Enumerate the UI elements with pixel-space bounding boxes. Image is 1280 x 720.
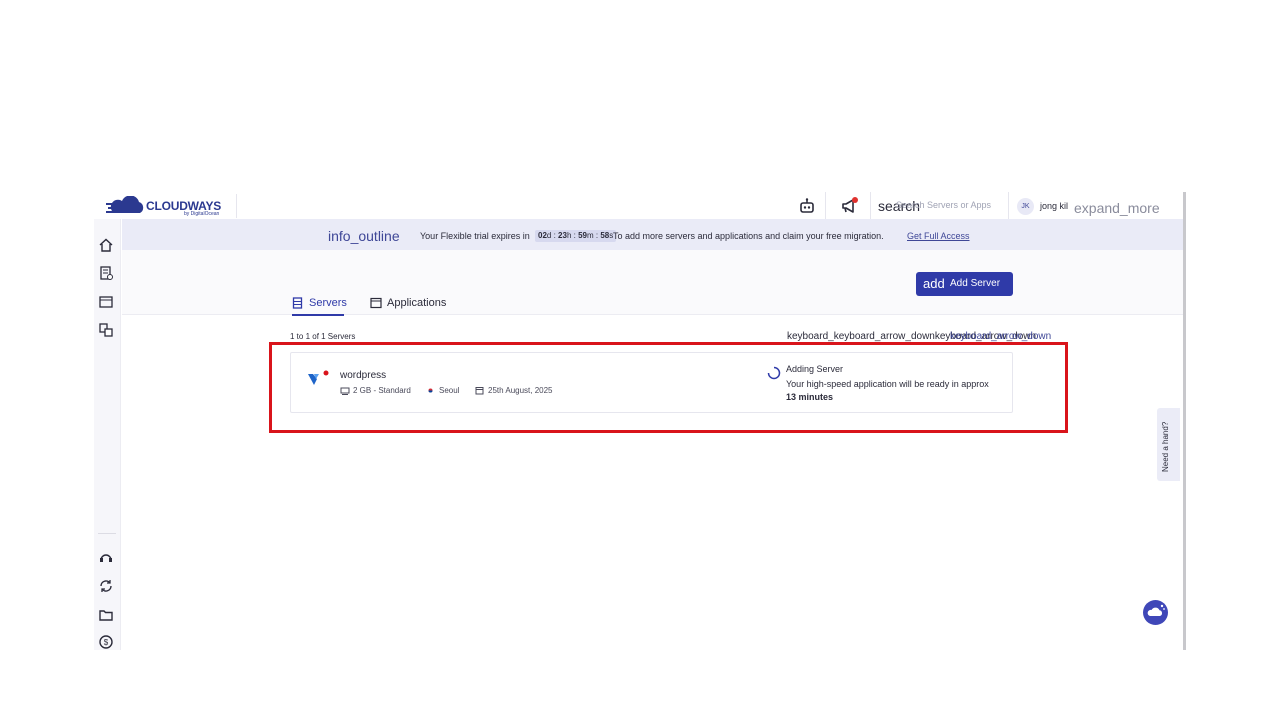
search-input[interactable]: Search Servers or Apps — [896, 200, 991, 210]
tab-servers[interactable]: Servers — [292, 296, 347, 316]
servers-icon[interactable] — [98, 265, 114, 281]
sort-toggle[interactable]: keyboard_arrow_down — [950, 331, 1051, 342]
user-name[interactable]: jong kil — [1040, 201, 1068, 211]
separator — [1008, 192, 1009, 219]
avatar[interactable]: JK — [1017, 198, 1034, 215]
tab-servers-label: Servers — [309, 297, 347, 309]
cloudways-logo[interactable]: CLOUDWAYS by DigitalOcean — [106, 194, 237, 218]
add-server-label: Add Server — [950, 278, 1001, 289]
trial-banner: info_outline Your Flexible trial expires… — [122, 219, 1183, 250]
separator — [870, 192, 871, 219]
support-icon[interactable] — [98, 549, 114, 565]
applications-icon[interactable] — [98, 294, 114, 310]
tab-applications-label: Applications — [387, 297, 447, 309]
servers-tab-icon — [292, 297, 303, 309]
trial-timer: 02d : 23h : 59m : 58s — [535, 230, 617, 242]
megaphone-icon[interactable] — [839, 196, 859, 216]
need-help-label: Need a hand? — [1161, 421, 1170, 472]
brand-sub: by DigitalOcean — [184, 211, 220, 217]
applications-tab-icon — [370, 297, 382, 309]
highlight-box — [269, 342, 1068, 433]
billing-icon[interactable]: $ — [98, 634, 114, 650]
folder-icon[interactable] — [98, 607, 114, 623]
sync-icon[interactable] — [98, 578, 114, 594]
expand-more-icon[interactable]: expand_more — [1074, 200, 1160, 216]
home-icon[interactable] — [98, 237, 114, 253]
bot-icon[interactable] — [797, 196, 817, 216]
tab-applications[interactable]: Applications — [370, 296, 460, 316]
svg-text:$: $ — [104, 638, 109, 647]
chat-cloud-icon — [1147, 604, 1165, 616]
add-icon: add — [923, 276, 945, 291]
page-header — [122, 250, 1183, 315]
results-count: 1 to 1 of 1 Servers — [290, 332, 356, 341]
top-bar: CLOUDWAYS by DigitalOcean search Search … — [94, 192, 1183, 219]
separator — [825, 192, 826, 219]
sidebar: $ — [94, 219, 121, 650]
get-full-access-link[interactable]: Get Full Access — [907, 231, 970, 241]
banner-text-2: To add more servers and applications and… — [613, 231, 884, 241]
sidebar-divider — [98, 533, 116, 534]
chat-bubble-button[interactable] — [1143, 600, 1168, 625]
need-help-tab[interactable]: Need a hand? — [1157, 408, 1180, 481]
cloud-logo-icon — [106, 196, 144, 213]
banner-text: Your Flexible trial expires in — [420, 231, 530, 241]
migration-icon[interactable] — [98, 322, 114, 338]
info-outline-icon: info_outline — [328, 228, 400, 244]
add-server-button[interactable]: add Add Server — [916, 272, 1013, 296]
